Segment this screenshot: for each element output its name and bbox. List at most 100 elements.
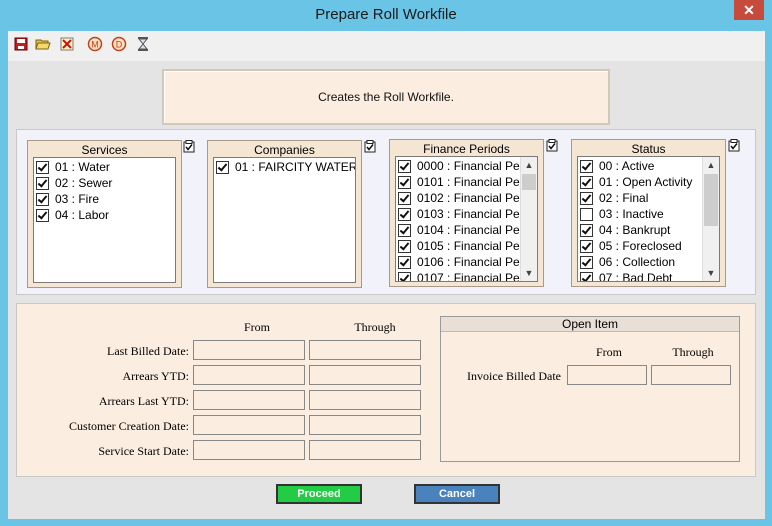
- scroll-thumb[interactable]: [704, 174, 718, 226]
- finance-periods-item-label: 0102 : Financial Pe: [417, 191, 520, 205]
- services-item-label: 01 : Water: [55, 160, 110, 174]
- status-item[interactable]: 04 : Bankrupt: [580, 222, 670, 238]
- invoice-billed-through-input[interactable]: [651, 365, 731, 385]
- finance-periods-checkbox[interactable]: [398, 239, 411, 253]
- range-from-input[interactable]: [193, 440, 305, 460]
- status-item[interactable]: 03 : Inactive: [580, 206, 664, 222]
- status-list[interactable]: 07 : Bad Debt 06 : Collection 05 : Foreclo…: [577, 156, 720, 282]
- scroll-down-icon[interactable]: ▼: [703, 265, 719, 281]
- services-item[interactable]: 02 : Sewer: [36, 175, 112, 191]
- svg-text:M: M: [91, 40, 99, 50]
- open-folder-icon[interactable]: [34, 35, 52, 53]
- range-through-input[interactable]: [309, 415, 421, 435]
- finance-periods-scrollbar[interactable]: ▲ ▼: [520, 157, 537, 281]
- services-item[interactable]: 03 : Fire: [36, 191, 99, 207]
- open-item-header: Open Item: [441, 317, 739, 332]
- services-header: Services: [81, 143, 128, 157]
- status-scrollbar[interactable]: ▲ ▼: [702, 157, 719, 281]
- services-item-label: 04 : Labor: [55, 208, 110, 222]
- finance-periods-item[interactable]: 0104 : Financial Pe: [398, 222, 520, 238]
- companies-header: Companies: [254, 143, 315, 157]
- finance-periods-item-label: 0000 : Financial Pe: [417, 159, 520, 173]
- services-item[interactable]: 04 : Labor: [36, 207, 109, 223]
- finance-periods-checkbox[interactable]: [398, 159, 411, 173]
- services-checkbox[interactable]: [36, 176, 49, 190]
- range-row-label: Arrears YTD:: [122, 369, 189, 383]
- companies-list[interactable]: 01 : FAIRCITY WATER: [213, 157, 356, 283]
- finance-periods-list[interactable]: 0107 : Financial Pe 0106 : Financial Pe 01…: [395, 156, 538, 282]
- status-item[interactable]: 07 : Bad Debt: [580, 270, 673, 282]
- status-checkbox[interactable]: [580, 239, 593, 253]
- scroll-up-icon[interactable]: ▲: [703, 157, 719, 173]
- status-item[interactable]: 01 : Open Activity: [580, 174, 692, 190]
- status-checkbox[interactable]: [580, 207, 593, 221]
- finance-periods-checkbox[interactable]: [398, 271, 411, 281]
- range-from-input[interactable]: [193, 365, 305, 385]
- services-item-label: 03 : Fire: [55, 192, 100, 206]
- finance-periods-checkbox[interactable]: [398, 207, 411, 221]
- invoice-billed-from-input[interactable]: [567, 365, 647, 385]
- open-item-group: Open Item From Through Invoice Billed Da…: [440, 316, 740, 462]
- finance-periods-item[interactable]: 0000 : Financial Pe: [398, 158, 520, 174]
- range-from-input[interactable]: [193, 340, 305, 360]
- services-item[interactable]: 01 : Water: [36, 159, 110, 175]
- status-checkbox[interactable]: [580, 159, 593, 173]
- scroll-up-icon[interactable]: ▲: [521, 157, 537, 173]
- finance-periods-checkbox[interactable]: [398, 255, 411, 269]
- range-through-input[interactable]: [309, 365, 421, 385]
- services-item-label: 02 : Sewer: [55, 176, 113, 190]
- status-item-label: 06 : Collection: [599, 255, 676, 269]
- proceed-button[interactable]: Proceed: [276, 484, 362, 504]
- scroll-down-icon[interactable]: ▼: [521, 265, 537, 281]
- range-from-input[interactable]: [193, 390, 305, 410]
- select-all-finance-periods-icon[interactable]: [546, 139, 558, 152]
- services-checkbox[interactable]: [36, 160, 49, 174]
- services-list[interactable]: 04 : Labor 03 : Fire 02 : Sewer 01 : Water: [33, 157, 176, 283]
- finance-periods-item[interactable]: 0105 : Financial Pe: [398, 238, 520, 254]
- status-item[interactable]: 05 : Foreclosed: [580, 238, 682, 254]
- finance-periods-item[interactable]: 0101 : Financial Pe: [398, 174, 520, 190]
- status-checkbox[interactable]: [580, 255, 593, 269]
- finance-periods-checkbox[interactable]: [398, 223, 411, 237]
- scroll-thumb[interactable]: [522, 174, 536, 190]
- status-item[interactable]: 02 : Final: [580, 190, 648, 206]
- companies-checkbox[interactable]: [216, 160, 229, 174]
- from-label: From: [243, 320, 270, 334]
- cancel-button[interactable]: Cancel: [414, 484, 500, 504]
- range-row-label: Customer Creation Date:: [69, 419, 189, 433]
- range-through-input[interactable]: [309, 390, 421, 410]
- status-item[interactable]: 06 : Collection: [580, 254, 675, 270]
- status-item[interactable]: 00 : Active: [580, 158, 654, 174]
- delete-icon[interactable]: [58, 35, 76, 53]
- finance-periods-item[interactable]: 0103 : Financial Pe: [398, 206, 520, 222]
- range-through-input[interactable]: [309, 340, 421, 360]
- companies-box: Companies 01 : FAIRCITY WATER: [207, 140, 362, 288]
- status-checkbox[interactable]: [580, 271, 593, 281]
- open-item-from-label: From: [595, 345, 622, 359]
- client-area: M D Creates the Roll Workfile. Services …: [8, 31, 765, 519]
- hourglass-icon[interactable]: [134, 35, 152, 53]
- services-checkbox[interactable]: [36, 208, 49, 222]
- status-checkbox[interactable]: [580, 191, 593, 205]
- companies-item[interactable]: 01 : FAIRCITY WATER: [216, 159, 355, 175]
- select-all-services-icon[interactable]: [183, 140, 195, 153]
- finance-periods-item[interactable]: 0107 : Financial Pe: [398, 270, 520, 281]
- select-all-companies-icon[interactable]: [364, 140, 376, 153]
- finance-periods-checkbox[interactable]: [398, 191, 411, 205]
- status-checkbox[interactable]: [580, 175, 593, 189]
- range-through-input[interactable]: [309, 440, 421, 460]
- status-item-label: 07 : Bad Debt: [599, 271, 673, 282]
- d-circle-icon[interactable]: D: [110, 35, 128, 53]
- save-icon[interactable]: [12, 35, 30, 53]
- window-title: Prepare Roll Workfile: [315, 6, 457, 23]
- range-from-input[interactable]: [193, 415, 305, 435]
- finance-periods-checkbox[interactable]: [398, 175, 411, 189]
- close-button[interactable]: ✕: [734, 0, 764, 20]
- finance-periods-item[interactable]: 0106 : Financial Pe: [398, 254, 520, 270]
- m-circle-icon[interactable]: M: [86, 35, 104, 53]
- status-checkbox[interactable]: [580, 223, 593, 237]
- select-all-status-icon[interactable]: [728, 139, 740, 152]
- services-checkbox[interactable]: [36, 192, 49, 206]
- finance-periods-item[interactable]: 0102 : Financial Pe: [398, 190, 520, 206]
- status-item-label: 03 : Inactive: [599, 207, 664, 221]
